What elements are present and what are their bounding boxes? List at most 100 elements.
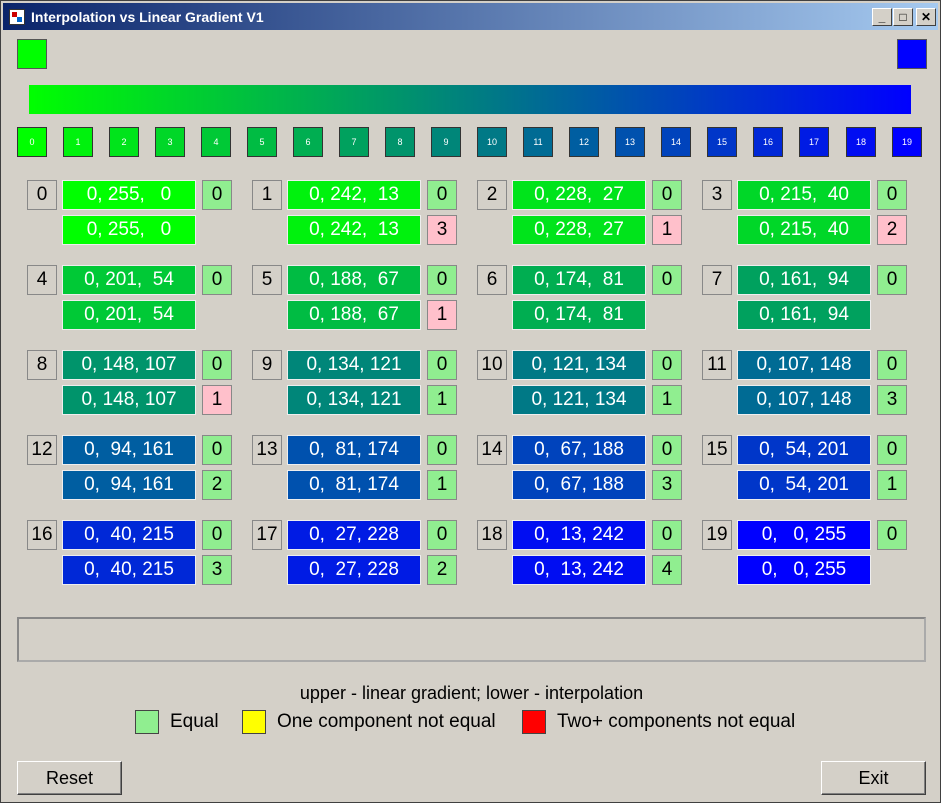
window-title: Interpolation vs Linear Gradient V1 <box>31 9 264 25</box>
step-swatch: 3 <box>155 127 185 157</box>
close-button[interactable]: ✕ <box>916 8 936 26</box>
lower-diff-count: 1 <box>427 470 457 500</box>
linear-gradient-bar <box>29 85 911 114</box>
step-swatch: 10 <box>477 127 507 157</box>
cell-index: 0 <box>27 180 57 210</box>
interpolation-color-value: 0, 228, 27 <box>512 215 646 245</box>
title-bar[interactable]: Interpolation vs Linear Gradient V1 _ □ … <box>3 3 938 30</box>
cell-index: 16 <box>27 520 57 550</box>
linear-gradient-color-value: 0, 201, 54 <box>62 265 196 295</box>
lower-diff-count: 1 <box>652 385 682 415</box>
linear-gradient-color-value: 0, 40, 215 <box>62 520 196 550</box>
step-swatch: 4 <box>201 127 231 157</box>
step-swatch: 0 <box>17 127 47 157</box>
linear-gradient-color-value: 0, 148, 107 <box>62 350 196 380</box>
exit-button[interactable]: Exit <box>821 761 926 795</box>
cell-index: 17 <box>252 520 282 550</box>
linear-gradient-color-value: 0, 188, 67 <box>287 265 421 295</box>
lower-diff-count: 1 <box>877 470 907 500</box>
linear-gradient-color-value: 0, 0, 255 <box>737 520 871 550</box>
interpolation-color-value: 0, 215, 40 <box>737 215 871 245</box>
lower-diff-count: 1 <box>427 300 457 330</box>
reset-button[interactable]: Reset <box>17 761 122 795</box>
lower-diff-count: 3 <box>652 470 682 500</box>
linear-gradient-color-value: 0, 107, 148 <box>737 350 871 380</box>
main-window: Interpolation vs Linear Gradient V1 _ □ … <box>0 0 941 803</box>
step-swatch: 12 <box>569 127 599 157</box>
lower-diff-count: 2 <box>877 215 907 245</box>
start-color-swatch[interactable] <box>17 39 47 69</box>
step-swatch: 8 <box>385 127 415 157</box>
status-box <box>17 617 926 662</box>
step-swatch: 17 <box>799 127 829 157</box>
upper-diff-count: 0 <box>877 180 907 210</box>
upper-diff-count: 0 <box>652 520 682 550</box>
app-icon <box>9 9 25 25</box>
legend-two-not-equal-label: Two+ components not equal <box>557 711 796 732</box>
lower-diff-count: 2 <box>202 470 232 500</box>
interpolation-color-value: 0, 0, 255 <box>737 555 871 585</box>
upper-diff-count: 0 <box>877 265 907 295</box>
step-swatch: 9 <box>431 127 461 157</box>
lower-diff-count: 4 <box>652 555 682 585</box>
interpolation-color-value: 0, 174, 81 <box>512 300 646 330</box>
legend-equal-swatch <box>135 710 159 734</box>
linear-gradient-color-value: 0, 161, 94 <box>737 265 871 295</box>
linear-gradient-color-value: 0, 94, 161 <box>62 435 196 465</box>
step-swatch: 18 <box>846 127 876 157</box>
cell-index: 19 <box>702 520 732 550</box>
linear-gradient-color-value: 0, 255, 0 <box>62 180 196 210</box>
cell-index: 4 <box>27 265 57 295</box>
legend-equal-label: Equal <box>170 711 219 732</box>
cell-index: 18 <box>477 520 507 550</box>
linear-gradient-color-value: 0, 174, 81 <box>512 265 646 295</box>
linear-gradient-color-value: 0, 54, 201 <box>737 435 871 465</box>
cell-index: 13 <box>252 435 282 465</box>
cell-index: 10 <box>477 350 507 380</box>
interpolation-color-value: 0, 54, 201 <box>737 470 871 500</box>
interpolation-color-value: 0, 94, 161 <box>62 470 196 500</box>
linear-gradient-color-value: 0, 121, 134 <box>512 350 646 380</box>
step-swatch: 6 <box>293 127 323 157</box>
cell-index: 9 <box>252 350 282 380</box>
upper-diff-count: 0 <box>427 520 457 550</box>
upper-diff-count: 0 <box>202 350 232 380</box>
linear-gradient-color-value: 0, 27, 228 <box>287 520 421 550</box>
upper-diff-count: 0 <box>427 350 457 380</box>
interpolation-color-value: 0, 107, 148 <box>737 385 871 415</box>
upper-diff-count: 0 <box>202 265 232 295</box>
linear-gradient-color-value: 0, 242, 13 <box>287 180 421 210</box>
step-swatch: 11 <box>523 127 553 157</box>
cell-index: 7 <box>702 265 732 295</box>
maximize-button[interactable]: □ <box>893 8 913 26</box>
linear-gradient-color-value: 0, 134, 121 <box>287 350 421 380</box>
cell-index: 2 <box>477 180 507 210</box>
end-color-swatch[interactable] <box>897 39 927 69</box>
interpolation-color-value: 0, 188, 67 <box>287 300 421 330</box>
interpolation-color-value: 0, 40, 215 <box>62 555 196 585</box>
cell-index: 5 <box>252 265 282 295</box>
upper-diff-count: 0 <box>877 435 907 465</box>
lower-diff-count: 3 <box>427 215 457 245</box>
legend-one-not-equal-label: One component not equal <box>277 711 496 732</box>
cell-index: 6 <box>477 265 507 295</box>
interpolation-color-value: 0, 134, 121 <box>287 385 421 415</box>
cell-index: 1 <box>252 180 282 210</box>
lower-diff-count: 3 <box>877 385 907 415</box>
upper-diff-count: 0 <box>877 520 907 550</box>
step-swatch: 1 <box>63 127 93 157</box>
interpolation-color-value: 0, 161, 94 <box>737 300 871 330</box>
step-swatch: 15 <box>707 127 737 157</box>
step-swatch: 19 <box>892 127 922 157</box>
upper-diff-count: 0 <box>427 180 457 210</box>
upper-diff-count: 0 <box>427 265 457 295</box>
interpolation-color-value: 0, 255, 0 <box>62 215 196 245</box>
interpolation-color-value: 0, 201, 54 <box>62 300 196 330</box>
cell-index: 15 <box>702 435 732 465</box>
linear-gradient-color-value: 0, 215, 40 <box>737 180 871 210</box>
lower-diff-count: 1 <box>652 215 682 245</box>
step-swatch: 14 <box>661 127 691 157</box>
minimize-button[interactable]: _ <box>872 8 892 26</box>
upper-diff-count: 0 <box>202 435 232 465</box>
upper-diff-count: 0 <box>652 435 682 465</box>
